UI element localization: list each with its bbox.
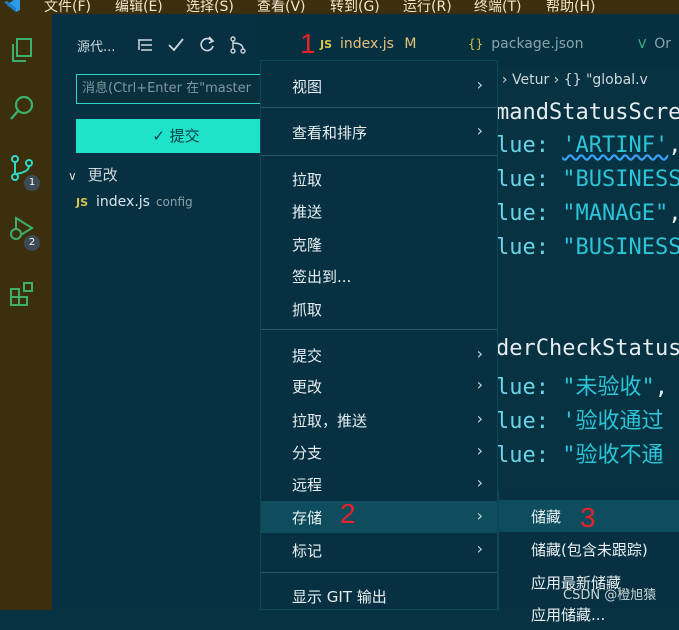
tab-label: Or — [654, 36, 671, 52]
code-line: lue: '验收通过 — [496, 409, 664, 434]
menu-item-pull[interactable]: 拉取 — [261, 163, 497, 195]
menu-item-pull-push[interactable]: 拉取，推送 › — [261, 404, 497, 436]
menu-item-changes[interactable]: 更改 › — [261, 370, 497, 402]
menu-edit[interactable]: 编辑(E) — [115, 0, 163, 14]
chevron-right-icon: › — [476, 375, 483, 394]
code-line: mandStatusScre — [496, 100, 679, 125]
menu-item-stash[interactable]: 存储 › — [261, 501, 497, 533]
tab-vue-file[interactable]: V Or — [638, 36, 671, 52]
chevron-right-icon: › — [476, 539, 483, 558]
tab-package-json[interactable]: {} package.json — [468, 36, 583, 52]
code-line: lue: "BUSINESS — [496, 167, 679, 192]
check-icon[interactable] — [167, 36, 185, 54]
extensions-icon[interactable] — [8, 280, 36, 308]
menu-item-view-sort[interactable]: 查看和排序 › — [261, 116, 497, 148]
chevron-right-icon: › — [476, 75, 483, 94]
menu-file[interactable]: 文件(F) — [44, 0, 91, 14]
chevron-right-icon: › — [476, 121, 483, 140]
vscode-logo-icon — [4, 0, 20, 12]
menu-item-view[interactable]: 视图 › — [261, 70, 497, 102]
code-line: lue: "未验收", — [496, 375, 668, 400]
watermark: CSDN @橙旭猿 — [563, 588, 657, 603]
vue-file-icon: V — [638, 37, 647, 51]
menu-go[interactable]: 转到(G) — [330, 0, 380, 14]
modified-badge: M — [404, 36, 417, 52]
menu-item-branch[interactable]: 分支 › — [261, 436, 497, 468]
code-line: lue: "MANAGE", — [496, 201, 679, 226]
file-folder: config — [155, 195, 193, 209]
chevron-right-icon: › — [476, 344, 483, 363]
menu-item-clone[interactable]: 克隆 — [261, 228, 497, 260]
menu-selection[interactable]: 选择(S) — [186, 0, 234, 14]
code-line: lue: "验收不通 — [496, 443, 664, 468]
menu-divider — [261, 572, 497, 573]
chevron-right-icon: › — [476, 473, 483, 492]
changed-file-item[interactable]: JS index.js config — [76, 194, 193, 210]
json-file-icon: {} — [468, 37, 484, 51]
annotation-number-2: 2 — [340, 498, 356, 529]
chevron-right-icon: › — [476, 506, 483, 525]
tab-label: package.json — [491, 36, 584, 52]
menu-item-commit[interactable]: 提交 › — [261, 339, 497, 371]
explorer-icon[interactable] — [8, 36, 36, 64]
chevron-down-icon: ∨ — [68, 169, 77, 183]
refresh-icon[interactable] — [198, 36, 216, 54]
source-control-panel: 源代... ··· 消息(Ctrl+Enter 在"master ✓ 提交 ∨ … — [52, 14, 288, 610]
chevron-right-icon: › — [476, 441, 483, 460]
code-line: lue: 'ARTINF', — [496, 133, 679, 158]
menu-item-fetch[interactable]: 抓取 — [261, 293, 497, 325]
code-line: derCheckStatus — [496, 336, 679, 361]
menu-terminal[interactable]: 终端(T) — [474, 0, 521, 14]
menu-item-checkout[interactable]: 签出到... — [261, 260, 497, 292]
chevron-right-icon: › — [476, 409, 483, 428]
menu-item-push[interactable]: 推送 — [261, 195, 497, 227]
menu-view[interactable]: 查看(V) — [257, 0, 306, 14]
tab-index-js[interactable]: JS index.js M — [320, 36, 417, 52]
scm-badge: 1 — [24, 175, 40, 191]
editor-tabs: JS index.js M {} package.json V Or — [258, 14, 679, 66]
activity-bar: 1 2 — [0, 14, 52, 610]
menu-divider — [261, 107, 497, 108]
menu-run[interactable]: 运行(R) — [403, 0, 452, 14]
branch-merge-icon[interactable] — [229, 36, 247, 54]
menu-item-tags[interactable]: 标记 › — [261, 534, 497, 566]
submenu-item-stash-untracked[interactable]: 储藏(包含未跟踪) — [499, 533, 679, 565]
menu-item-remote[interactable]: 远程 › — [261, 468, 497, 500]
file-name: index.js — [96, 194, 150, 210]
tab-label: index.js — [340, 36, 394, 52]
commit-button[interactable]: ✓ 提交 — [76, 119, 276, 153]
changes-group[interactable]: ∨ 更改 — [68, 164, 118, 185]
more-actions-menu: 视图 › 查看和排序 › 拉取 推送 克隆 签出到... 抓取 提交 › 更改 › 拉取… — [260, 60, 498, 610]
commit-message-input[interactable]: 消息(Ctrl+Enter 在"master — [76, 74, 276, 104]
menu-item-show-git-output[interactable]: 显示 GIT 输出 — [261, 580, 497, 612]
annotation-number-1: 1 — [300, 28, 316, 59]
tree-view-icon[interactable] — [136, 36, 154, 54]
code-line: lue: "BUSINESS — [496, 235, 679, 260]
menu-divider — [261, 155, 497, 156]
debug-badge: 2 — [24, 235, 40, 251]
changes-label: 更改 — [87, 166, 118, 184]
js-file-icon: JS — [320, 38, 333, 51]
menu-help[interactable]: 帮助(H) — [546, 0, 595, 14]
annotation-number-3: 3 — [580, 502, 596, 533]
panel-title: 源代... — [77, 40, 116, 55]
breadcrumb[interactable]: ue › Vetur › {} "global.v — [480, 72, 648, 88]
menu-bar: 文件(F) 编辑(E) 选择(S) 查看(V) 转到(G) 运行(R) 终端(T… — [0, 0, 679, 14]
menu-divider — [261, 329, 497, 330]
js-file-icon: JS — [76, 196, 89, 209]
search-icon[interactable] — [8, 94, 36, 122]
